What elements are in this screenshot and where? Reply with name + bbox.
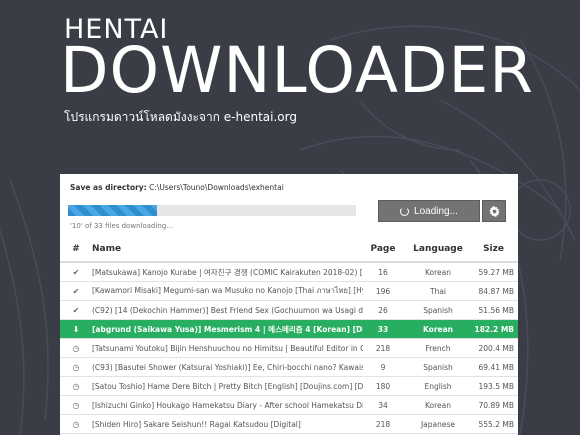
save-directory-label: Save as directory: (70, 183, 147, 192)
row-page: 9 (363, 357, 403, 377)
table-row[interactable]: ◷ [Shiden Hiro] Sakare Seishun!! Ragai Ka… (60, 414, 518, 434)
column-header-name[interactable]: Name (92, 236, 363, 263)
row-size: 555.2 MB (473, 414, 518, 434)
row-status-cell: ◷ (60, 338, 92, 358)
row-status-cell: ✔ (60, 262, 92, 282)
row-name: [Ishizuchi Ginko] Houkago Hamekatsu Diar… (92, 395, 363, 415)
row-name: [abgrund (Saikawa Yusa)] Mesmerism 4 | 메… (92, 319, 363, 339)
download-icon: ⬇ (72, 324, 80, 334)
table-row[interactable]: ✔ [Matsukawa] Kanojo Kurabe | 여자친구 경쟁 (CO… (60, 262, 518, 282)
row-size: 193.5 MB (473, 376, 518, 396)
row-status-cell: ✔ (60, 281, 92, 301)
row-language: Korean (403, 319, 473, 339)
header-big-title: DOWNLOADER (60, 34, 535, 107)
table-row[interactable]: ✔ (C92) [14 (Dekochin Hammer)] Best Frien… (60, 300, 518, 320)
table-row[interactable]: ◷ [Satou Toshio] Hame Dere Bitch | Pretty… (60, 376, 518, 396)
table-row[interactable]: ◷ [Tatsunami Youtoku] Bijin Henshuuchou n… (60, 338, 518, 358)
row-page: 26 (363, 300, 403, 320)
row-language: Japanese (403, 414, 473, 434)
clock-icon: ◷ (72, 400, 80, 410)
table-row[interactable]: ◷ (C93) [Basutei Shower (Katsurai Yoshiak… (60, 357, 518, 377)
check-icon: ✔ (72, 267, 80, 277)
row-name: (C93) [Basutei Shower (Katsurai Yoshiaki… (92, 357, 363, 377)
row-language: Spanish (403, 357, 473, 377)
row-language: Thai (403, 281, 473, 301)
row-size: 70.89 MB (473, 395, 518, 415)
check-icon: ✔ (72, 286, 80, 296)
column-header-size[interactable]: Size (473, 236, 518, 263)
row-language: French (403, 338, 473, 358)
row-page: 218 (363, 338, 403, 358)
row-name: [Matsukawa] Kanojo Kurabe | 여자친구 경쟁 (COM… (92, 262, 363, 282)
download-status-text: '10' of 33 files downloading... (70, 222, 173, 230)
row-size: 84.87 MB (473, 281, 518, 301)
row-size: 182.2 MB (473, 319, 518, 339)
row-size: 200.4 MB (473, 338, 518, 358)
row-page: 33 (363, 319, 403, 339)
save-directory-path: C:\Users\Touno\Downloads\exhentai (149, 183, 284, 192)
row-language: Korean (403, 262, 473, 282)
row-name: (C92) [14 (Dekochin Hammer)] Best Friend… (92, 300, 363, 320)
row-status-cell: ◷ (60, 395, 92, 415)
row-size: 59.27 MB (473, 262, 518, 282)
download-progress-fill (68, 205, 158, 216)
row-status-cell: ✔ (60, 300, 92, 320)
clock-icon: ◷ (72, 419, 80, 429)
row-status-cell: ◷ (60, 414, 92, 434)
clock-icon: ◷ (72, 381, 80, 391)
column-header-num[interactable]: # (60, 236, 92, 263)
row-status-cell: ◷ (60, 357, 92, 377)
row-status-cell: ◷ (60, 376, 92, 396)
row-page: 180 (363, 376, 403, 396)
row-language: English (403, 376, 473, 396)
downloader-panel: Save as directory: C:\Users\Touno\Downlo… (60, 174, 518, 435)
header-subtitle: โปรแกรมดาวน์โหลดมังงะจาก e-hentai.org (64, 110, 297, 124)
row-page: 196 (363, 281, 403, 301)
row-name: [Satou Toshio] Hame Dere Bitch | Pretty … (92, 376, 363, 396)
table-header-row: # Name Page Language Size (60, 236, 518, 263)
download-progress-bar (68, 205, 356, 216)
row-page: 34 (363, 395, 403, 415)
row-name: [Shiden Hiro] Sakare Seishun!! Ragai Kat… (92, 414, 363, 434)
row-status-cell: ⬇ (60, 319, 92, 339)
table-row[interactable]: ✔ [Kawamori Misaki] Megumi-san wa Musuko … (60, 281, 518, 301)
gear-icon (488, 205, 500, 217)
check-icon: ✔ (72, 305, 80, 315)
row-name: [Kawamori Misaki] Megumi-san wa Musuko n… (92, 281, 363, 301)
row-page: 218 (363, 414, 403, 434)
row-size: 51.56 MB (473, 300, 518, 320)
download-table: # Name Page Language Size ✔ [Matsukawa] K… (60, 236, 518, 434)
save-directory[interactable]: Save as directory: C:\Users\Touno\Downlo… (70, 183, 284, 192)
loading-button[interactable]: Loading... (378, 200, 480, 222)
settings-button[interactable] (482, 200, 506, 222)
clock-icon: ◷ (72, 362, 80, 372)
loading-button-label: Loading... (414, 205, 458, 217)
row-page: 16 (363, 262, 403, 282)
clock-icon: ◷ (72, 343, 80, 353)
row-name: [Tatsunami Youtoku] Bijin Henshuuchou no… (92, 338, 363, 358)
column-header-page[interactable]: Page (363, 236, 403, 263)
column-header-language[interactable]: Language (403, 236, 473, 263)
table-row[interactable]: ◷ [Ishizuchi Ginko] Houkago Hamekatsu Dia… (60, 395, 518, 415)
table-row[interactable]: ⬇ [abgrund (Saikawa Yusa)] Mesmerism 4 | … (60, 319, 518, 339)
spinner-icon (400, 206, 410, 216)
row-size: 69.41 MB (473, 357, 518, 377)
row-language: Spanish (403, 300, 473, 320)
row-language: Korean (403, 395, 473, 415)
